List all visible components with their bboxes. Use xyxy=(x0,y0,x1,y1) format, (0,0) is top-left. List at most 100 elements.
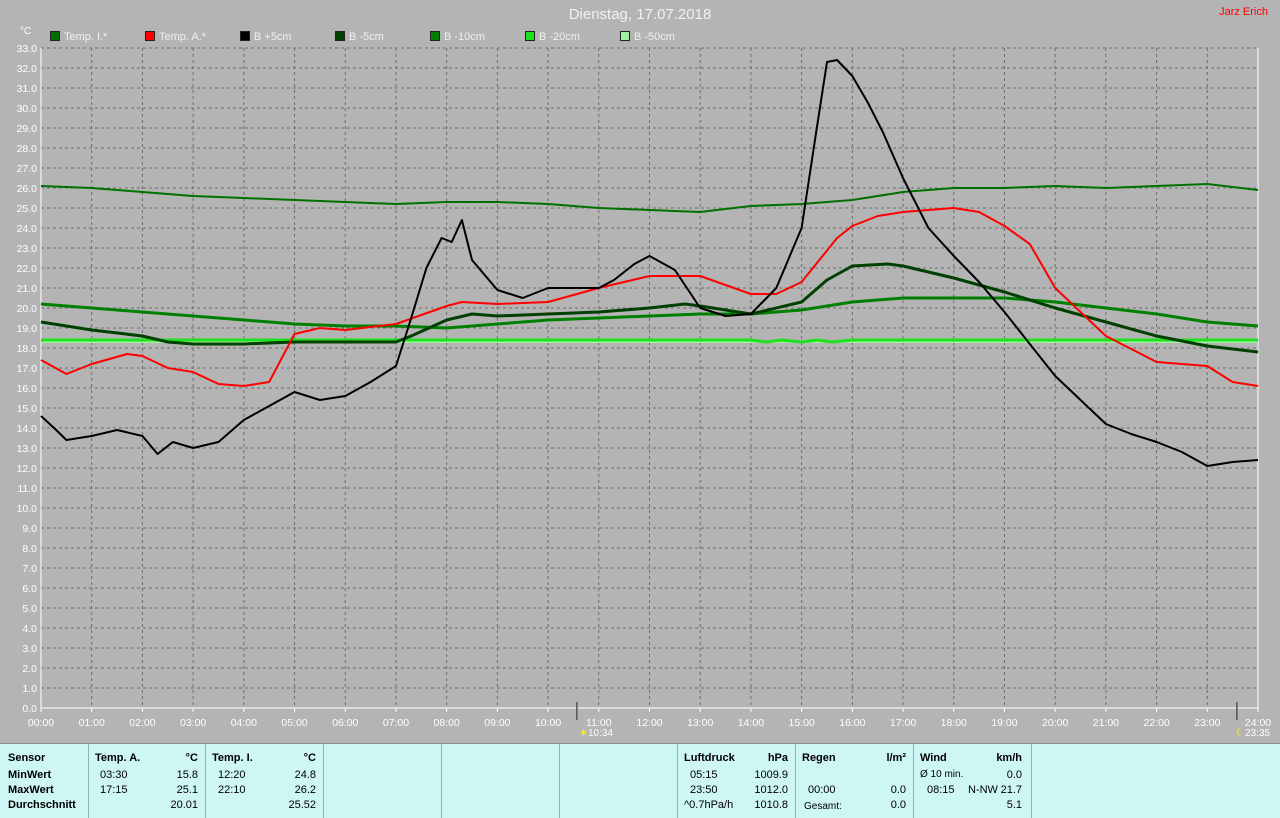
y-tick-label: 4.0 xyxy=(22,623,37,635)
pressure-header: Luftdruck xyxy=(684,752,735,764)
y-tick-label: 3.0 xyxy=(22,643,37,655)
x-tick-label: 22:00 xyxy=(1143,717,1169,729)
divider xyxy=(205,744,206,818)
y-tick-label: 10.0 xyxy=(17,503,38,515)
temp-a-unit: °C xyxy=(185,752,198,764)
legend-item-temp-a: Temp. A.* xyxy=(145,31,206,43)
rain-header: Regen xyxy=(802,752,836,764)
rain-unit: l/m² xyxy=(886,752,906,764)
x-tick-label: 04:00 xyxy=(231,717,257,729)
marker-left-time: ☀10:34 xyxy=(579,728,613,739)
wind-header: Wind xyxy=(920,752,947,764)
temp-a-min-value: 15.8 xyxy=(176,769,198,781)
temp-i-average: 25.52 xyxy=(288,799,316,811)
x-tick-label: 08:00 xyxy=(434,717,460,729)
y-tick-label: 9.0 xyxy=(22,523,37,535)
x-tick-label: 12:00 xyxy=(636,717,662,729)
wind-avg-value: 0.0 xyxy=(1006,769,1022,781)
y-tick-label: 26.0 xyxy=(17,183,38,195)
y-tick-label: 27.0 xyxy=(17,163,38,175)
legend-item-b-minus50: B -50cm xyxy=(620,31,675,43)
temp-a-min-time: 03:30 xyxy=(100,769,128,781)
x-tick-label: 03:00 xyxy=(180,717,206,729)
rain-time: 00:00 xyxy=(808,784,836,796)
sensor-header: Sensor xyxy=(8,752,46,764)
stats-panel: Sensor MinWert MaxWert Durchschnitt Temp… xyxy=(0,743,1280,818)
divider xyxy=(323,744,324,818)
temp-a-header: Temp. A. xyxy=(95,752,141,764)
divider xyxy=(88,744,89,818)
legend-swatch xyxy=(430,31,440,41)
y-tick-label: 12.0 xyxy=(17,463,38,475)
y-tick-label: 30.0 xyxy=(17,103,38,115)
y-tick-label: 21.0 xyxy=(17,283,38,295)
legend-swatch xyxy=(145,31,155,41)
temp-i-max-value: 26.2 xyxy=(294,784,316,796)
y-tick-label: 14.0 xyxy=(17,423,38,435)
pressure-min-value: 1009.9 xyxy=(754,769,788,781)
temp-i-unit: °C xyxy=(303,752,316,764)
y-tick-label: 13.0 xyxy=(17,443,38,455)
temp-a-average: 20.01 xyxy=(170,799,198,811)
legend-swatch xyxy=(525,31,535,41)
y-tick-label: 22.0 xyxy=(17,263,38,275)
wind-day-average: 5.1 xyxy=(1006,799,1022,811)
legend-label: B -20cm xyxy=(539,31,580,43)
row-min-label: MinWert xyxy=(8,769,52,781)
legend-item-b-minus5: B -5cm xyxy=(335,31,384,43)
legend: Temp. I.* Temp. A.* B +5cm B -5cm B -10c… xyxy=(0,31,1280,45)
divider xyxy=(441,744,442,818)
x-tick-label: 17:00 xyxy=(890,717,916,729)
divider xyxy=(677,744,678,818)
y-tick-label: 20.0 xyxy=(17,303,38,315)
x-tick-label: 15:00 xyxy=(788,717,814,729)
row-avg-label: Durchschnitt xyxy=(8,799,76,811)
author-label: Jarz Erich xyxy=(1219,6,1268,18)
x-tick-label: 20:00 xyxy=(1042,717,1068,729)
legend-label: B -5cm xyxy=(349,31,384,43)
marker-right-label: 23:35 xyxy=(1244,728,1270,739)
wind-gust-value: 21.7 xyxy=(1000,784,1022,796)
temp-i-header: Temp. I. xyxy=(212,752,253,764)
row-max-label: MaxWert xyxy=(8,784,54,796)
sun-icon: ☀ xyxy=(579,728,588,739)
y-tick-label: 18.0 xyxy=(17,343,38,355)
temp-a-max-value: 25.1 xyxy=(176,784,198,796)
x-tick-label: 13:00 xyxy=(687,717,713,729)
y-tick-label: 29.0 xyxy=(17,123,38,135)
y-tick-label: 15.0 xyxy=(17,403,38,415)
legend-label: Temp. I.* xyxy=(64,31,108,43)
x-tick-label: 23:00 xyxy=(1194,717,1220,729)
y-tick-label: 19.0 xyxy=(17,323,38,335)
pressure-trend: ^0.7hPa/h xyxy=(684,799,734,811)
moon-icon: ☾ xyxy=(1236,728,1245,739)
y-tick-label: 1.0 xyxy=(22,683,37,695)
pressure-average: 1010.8 xyxy=(754,799,788,811)
wind-avg-label: Ø 10 min. xyxy=(920,769,964,780)
x-tick-label: 06:00 xyxy=(332,717,358,729)
x-tick-label: 07:00 xyxy=(383,717,409,729)
legend-label: B +5cm xyxy=(254,31,292,43)
temp-i-min-value: 24.8 xyxy=(294,769,316,781)
y-tick-label: 8.0 xyxy=(22,543,37,555)
legend-swatch xyxy=(240,31,250,41)
x-tick-label: 01:00 xyxy=(79,717,105,729)
divider xyxy=(1031,744,1032,818)
x-tick-label: 00:00 xyxy=(28,717,54,729)
y-tick-label: 7.0 xyxy=(22,563,37,575)
y-tick-label: 16.0 xyxy=(17,383,38,395)
temp-i-max-time: 22:10 xyxy=(218,784,246,796)
legend-swatch xyxy=(50,31,60,41)
pressure-min-time: 05:15 xyxy=(690,769,718,781)
y-tick-label: 23.0 xyxy=(17,243,38,255)
x-tick-label: 18:00 xyxy=(941,717,967,729)
legend-swatch xyxy=(620,31,630,41)
y-tick-label: 11.0 xyxy=(17,483,37,495)
y-tick-label: 25.0 xyxy=(17,203,38,215)
x-tick-label: 21:00 xyxy=(1093,717,1119,729)
pressure-max-time: 23:50 xyxy=(690,784,718,796)
temp-i-min-time: 12:20 xyxy=(218,769,246,781)
x-tick-label: 09:00 xyxy=(484,717,510,729)
y-tick-label: 31.0 xyxy=(17,83,38,95)
legend-item-b-minus20: B -20cm xyxy=(525,31,580,43)
